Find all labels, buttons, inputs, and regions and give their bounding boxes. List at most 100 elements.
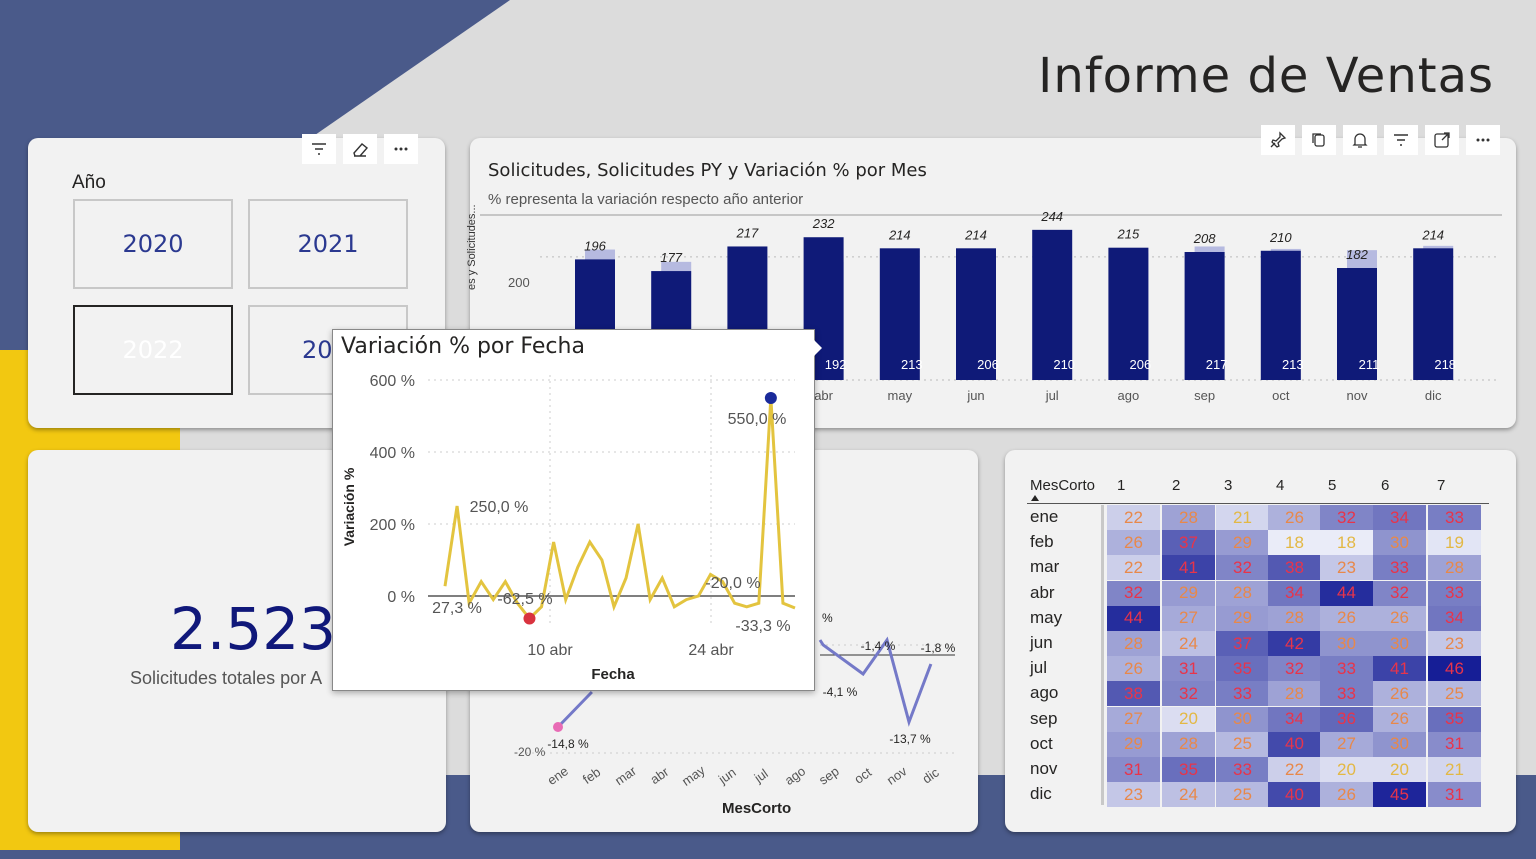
matrix-cell[interactable]: 33	[1320, 681, 1373, 707]
matrix-cell[interactable]: 26	[1107, 656, 1160, 682]
matrix-cell[interactable]: 26	[1320, 782, 1373, 808]
bar-py-label: 211	[1359, 357, 1380, 372]
matrix-cell[interactable]: 34	[1268, 580, 1321, 606]
matrix-cell[interactable]: 28	[1162, 505, 1215, 530]
matrix-cell[interactable]: 26	[1373, 706, 1426, 732]
year-tile-2022[interactable]: 2022	[73, 305, 233, 395]
matrix-cell[interactable]: 38	[1268, 555, 1321, 581]
matrix-cell[interactable]: 35	[1428, 706, 1481, 732]
matrix-cell[interactable]: 25	[1216, 731, 1269, 757]
matrix-cell[interactable]: 29	[1162, 580, 1215, 606]
matrix-cell[interactable]: 33	[1428, 505, 1481, 530]
matrix-cell[interactable]: 31	[1162, 656, 1215, 682]
matrix-cell[interactable]: 20	[1320, 757, 1373, 782]
matrix-cell[interactable]: 33	[1320, 656, 1373, 682]
copy-icon[interactable]	[1302, 125, 1336, 155]
matrix-cell[interactable]: 23	[1428, 631, 1481, 656]
filter-icon[interactable]	[1384, 125, 1418, 155]
matrix-cell[interactable]: 34	[1428, 605, 1481, 631]
year-tile-2020[interactable]: 2020	[73, 199, 233, 289]
matrix-cell[interactable]: 32	[1162, 681, 1215, 707]
matrix-cell[interactable]: 29	[1216, 605, 1269, 631]
matrix-cell[interactable]: 31	[1428, 731, 1481, 757]
matrix-cell[interactable]: 33	[1216, 757, 1269, 782]
matrix-cell[interactable]: 26	[1373, 681, 1426, 707]
matrix-cell[interactable]: 28	[1428, 555, 1481, 581]
matrix-cell[interactable]: 28	[1216, 580, 1269, 606]
matrix-cell[interactable]: 41	[1162, 555, 1215, 581]
matrix-cell[interactable]: 24	[1162, 782, 1215, 808]
bell-icon[interactable]	[1343, 125, 1377, 155]
matrix-cell[interactable]: 30	[1373, 631, 1426, 656]
matrix-cell[interactable]: 40	[1268, 782, 1321, 808]
matrix-cell[interactable]: 25	[1428, 681, 1481, 707]
matrix-cell[interactable]: 22	[1268, 757, 1321, 782]
matrix-cell[interactable]: 33	[1428, 580, 1481, 606]
matrix-cell[interactable]: 27	[1107, 706, 1160, 732]
matrix-cell[interactable]: 34	[1373, 505, 1426, 530]
matrix-cell[interactable]: 30	[1373, 731, 1426, 757]
matrix-cell[interactable]: 27	[1162, 605, 1215, 631]
more-icon[interactable]	[1466, 125, 1500, 155]
sort-ascending-icon[interactable]	[1031, 495, 1039, 501]
focus-icon[interactable]	[1425, 125, 1459, 155]
matrix-cell[interactable]: 32	[1320, 505, 1373, 530]
matrix-cell[interactable]: 40	[1268, 731, 1321, 757]
matrix-cell[interactable]: 18	[1268, 530, 1321, 556]
matrix-cell[interactable]: 28	[1162, 731, 1215, 757]
matrix-cell[interactable]: 23	[1320, 555, 1373, 581]
matrix-cell[interactable]: 44	[1320, 580, 1373, 606]
matrix-row-header[interactable]: MesCorto	[1030, 477, 1095, 494]
matrix-cell[interactable]: 27	[1320, 731, 1373, 757]
eraser-icon[interactable]	[343, 134, 377, 164]
matrix-cell[interactable]: 31	[1107, 757, 1160, 782]
matrix-cell[interactable]: 42	[1268, 631, 1321, 656]
matrix-cell[interactable]: 31	[1428, 782, 1481, 808]
matrix-cell[interactable]: 38	[1107, 681, 1160, 707]
matrix-cell[interactable]: 35	[1216, 656, 1269, 682]
matrix-cell[interactable]: 32	[1373, 580, 1426, 606]
matrix-cell[interactable]: 30	[1373, 530, 1426, 556]
matrix-cell[interactable]: 30	[1216, 706, 1269, 732]
matrix-cell[interactable]: 33	[1373, 555, 1426, 581]
matrix-cell[interactable]: 20	[1373, 757, 1426, 782]
matrix-cell[interactable]: 30	[1320, 631, 1373, 656]
matrix-cell[interactable]: 26	[1373, 605, 1426, 631]
filter-icon[interactable]	[302, 134, 336, 164]
matrix-cell[interactable]: 33	[1216, 681, 1269, 707]
matrix-cell[interactable]: 28	[1268, 605, 1321, 631]
matrix-cell[interactable]: 32	[1268, 656, 1321, 682]
matrix-cell[interactable]: 20	[1162, 706, 1215, 732]
matrix-cell[interactable]: 19	[1428, 530, 1481, 556]
matrix-cell[interactable]: 24	[1162, 631, 1215, 656]
matrix-cell[interactable]: 32	[1107, 580, 1160, 606]
matrix-cell[interactable]: 35	[1162, 757, 1215, 782]
more-icon[interactable]	[384, 134, 418, 164]
matrix-cell[interactable]: 41	[1373, 656, 1426, 682]
matrix-cell[interactable]: 25	[1216, 782, 1269, 808]
matrix-cell[interactable]: 32	[1216, 555, 1269, 581]
matrix-cell[interactable]: 29	[1107, 731, 1160, 757]
matrix-cell[interactable]: 26	[1268, 505, 1321, 530]
matrix-cell[interactable]: 37	[1216, 631, 1269, 656]
matrix-cell[interactable]: 26	[1107, 530, 1160, 556]
pin-icon[interactable]	[1261, 125, 1295, 155]
matrix-cell[interactable]: 21	[1216, 505, 1269, 530]
matrix-cell[interactable]: 18	[1320, 530, 1373, 556]
matrix-cell[interactable]: 26	[1320, 605, 1373, 631]
matrix-cell[interactable]: 29	[1216, 530, 1269, 556]
matrix-cell[interactable]: 23	[1107, 782, 1160, 808]
matrix-cell[interactable]: 22	[1107, 505, 1160, 530]
matrix-cell[interactable]: 28	[1268, 681, 1321, 707]
matrix-cell[interactable]: 45	[1373, 782, 1426, 808]
matrix-cell[interactable]: 44	[1107, 605, 1160, 631]
matrix-cell[interactable]: 28	[1107, 631, 1160, 656]
matrix-cell[interactable]: 36	[1320, 706, 1373, 732]
matrix-cell[interactable]: 34	[1268, 706, 1321, 732]
matrix-cell[interactable]: 22	[1107, 555, 1160, 581]
year-tile-2021[interactable]: 2021	[248, 199, 408, 289]
tooltip-line-chart: 600 % 400 % 200 % 0 % 10 abr 24 abr Fecha Varia…	[341, 373, 796, 683]
matrix-cell[interactable]: 37	[1162, 530, 1215, 556]
matrix-cell[interactable]: 46	[1428, 656, 1481, 682]
matrix-cell[interactable]: 21	[1428, 757, 1481, 782]
